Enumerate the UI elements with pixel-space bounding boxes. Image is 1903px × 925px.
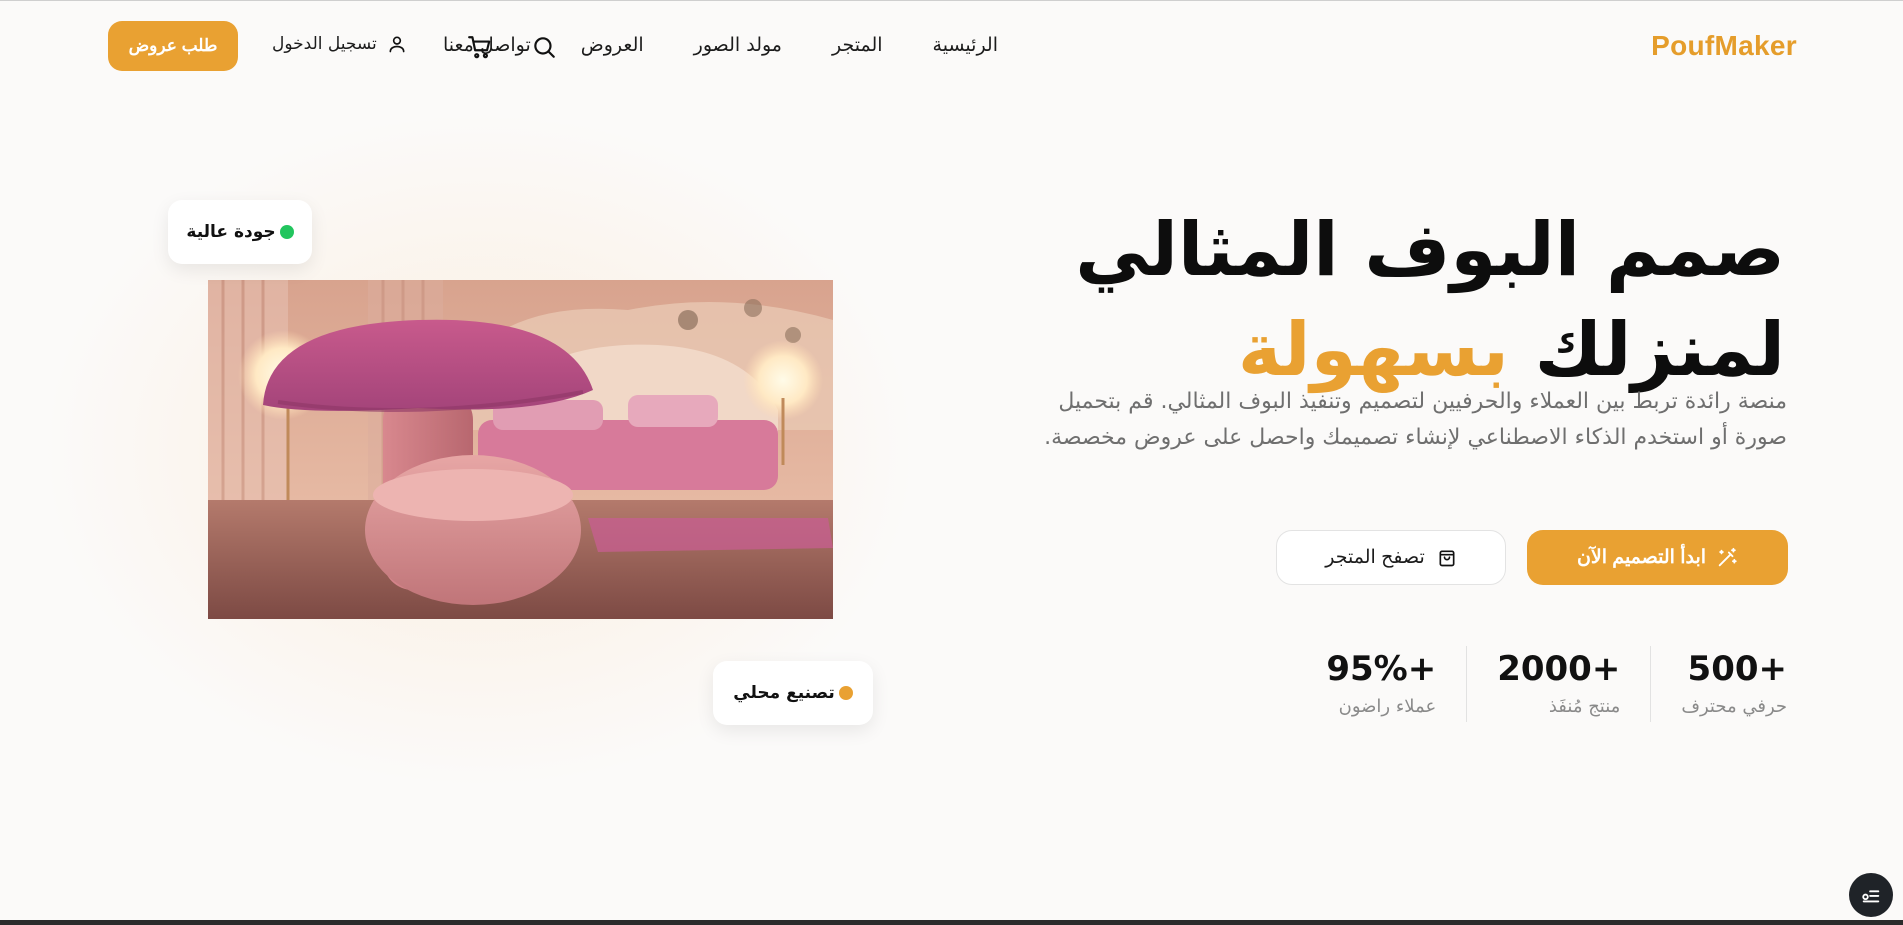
hero-title-line1: صمم البوف المثالي xyxy=(1075,207,1785,293)
search-icon xyxy=(534,37,555,58)
stat-products: 2000+ منتج مُنفَذ xyxy=(1466,646,1650,722)
login-link[interactable]: تسجيل الدخول xyxy=(272,34,407,54)
login-label: تسجيل الدخول xyxy=(272,34,377,54)
accessibility-menu-button[interactable] xyxy=(1849,873,1893,917)
cart-icon xyxy=(468,36,491,59)
site-header: PoufMaker الرئيسية المتجر مولد الصور الع… xyxy=(0,0,1903,92)
stat-value: 95%+ xyxy=(1326,649,1437,689)
main-nav: الرئيسية المتجر مولد الصور العروض تواصل … xyxy=(443,34,998,56)
nav-item-store[interactable]: المتجر xyxy=(832,34,883,56)
menu-list-icon xyxy=(1862,890,1880,903)
stat-artisans: 500+ حرفي محترف xyxy=(1650,646,1787,722)
stat-value: 500+ xyxy=(1687,649,1787,689)
cart-button[interactable] xyxy=(466,33,494,61)
start-design-label: ابدأ التصميم الآن xyxy=(1576,547,1707,568)
start-design-button[interactable]: ابدأ التصميم الآن xyxy=(1527,530,1788,585)
request-offers-button[interactable]: طلب عروض xyxy=(108,21,238,71)
hero-title-line2: لمنزلك xyxy=(1534,307,1785,393)
hero-title: صمم البوف المثالي لمنزلك بسهولة xyxy=(1025,200,1785,400)
stats: 500+ حرفي محترف 2000+ منتج مُنفَذ 95%+ ع… xyxy=(1326,646,1787,722)
search-button[interactable] xyxy=(530,33,558,61)
local-manufacturing-badge: تصنيع محلي xyxy=(713,661,873,725)
stat-satisfaction: 95%+ عملاء راضون xyxy=(1326,646,1466,722)
hero-description: منصة رائدة تربط بين العملاء والحرفيين لت… xyxy=(1044,389,1787,450)
nav-item-image-generator[interactable]: مولد الصور xyxy=(694,34,782,56)
logo[interactable]: PoufMaker xyxy=(1651,30,1797,62)
stat-value: 2000+ xyxy=(1497,649,1621,689)
stat-label: منتج مُنفَذ xyxy=(1548,696,1621,717)
nav-item-home[interactable]: الرئيسية xyxy=(933,34,998,56)
hero-image xyxy=(208,280,833,619)
magic-wand-icon xyxy=(1718,547,1737,566)
user-icon xyxy=(389,36,405,53)
quality-badge: جودة عالية xyxy=(168,200,312,264)
stat-label: عملاء راضون xyxy=(1338,696,1437,717)
browse-store-button[interactable]: تصفح المتجر xyxy=(1276,530,1506,585)
status-dot-orange xyxy=(838,686,853,700)
nav-item-offers[interactable]: العروض xyxy=(581,34,644,56)
quality-badge-label: جودة عالية xyxy=(186,222,276,242)
local-badge-label: تصنيع محلي xyxy=(733,683,835,703)
hero-title-accent: بسهولة xyxy=(1237,307,1509,393)
shopping-bag-icon xyxy=(1439,550,1455,566)
browse-store-label: تصفح المتجر xyxy=(1325,547,1425,568)
mushroom-pouf-room-illustration xyxy=(208,280,833,619)
stat-label: حرفي محترف xyxy=(1681,696,1787,717)
status-dot-green xyxy=(279,225,294,239)
